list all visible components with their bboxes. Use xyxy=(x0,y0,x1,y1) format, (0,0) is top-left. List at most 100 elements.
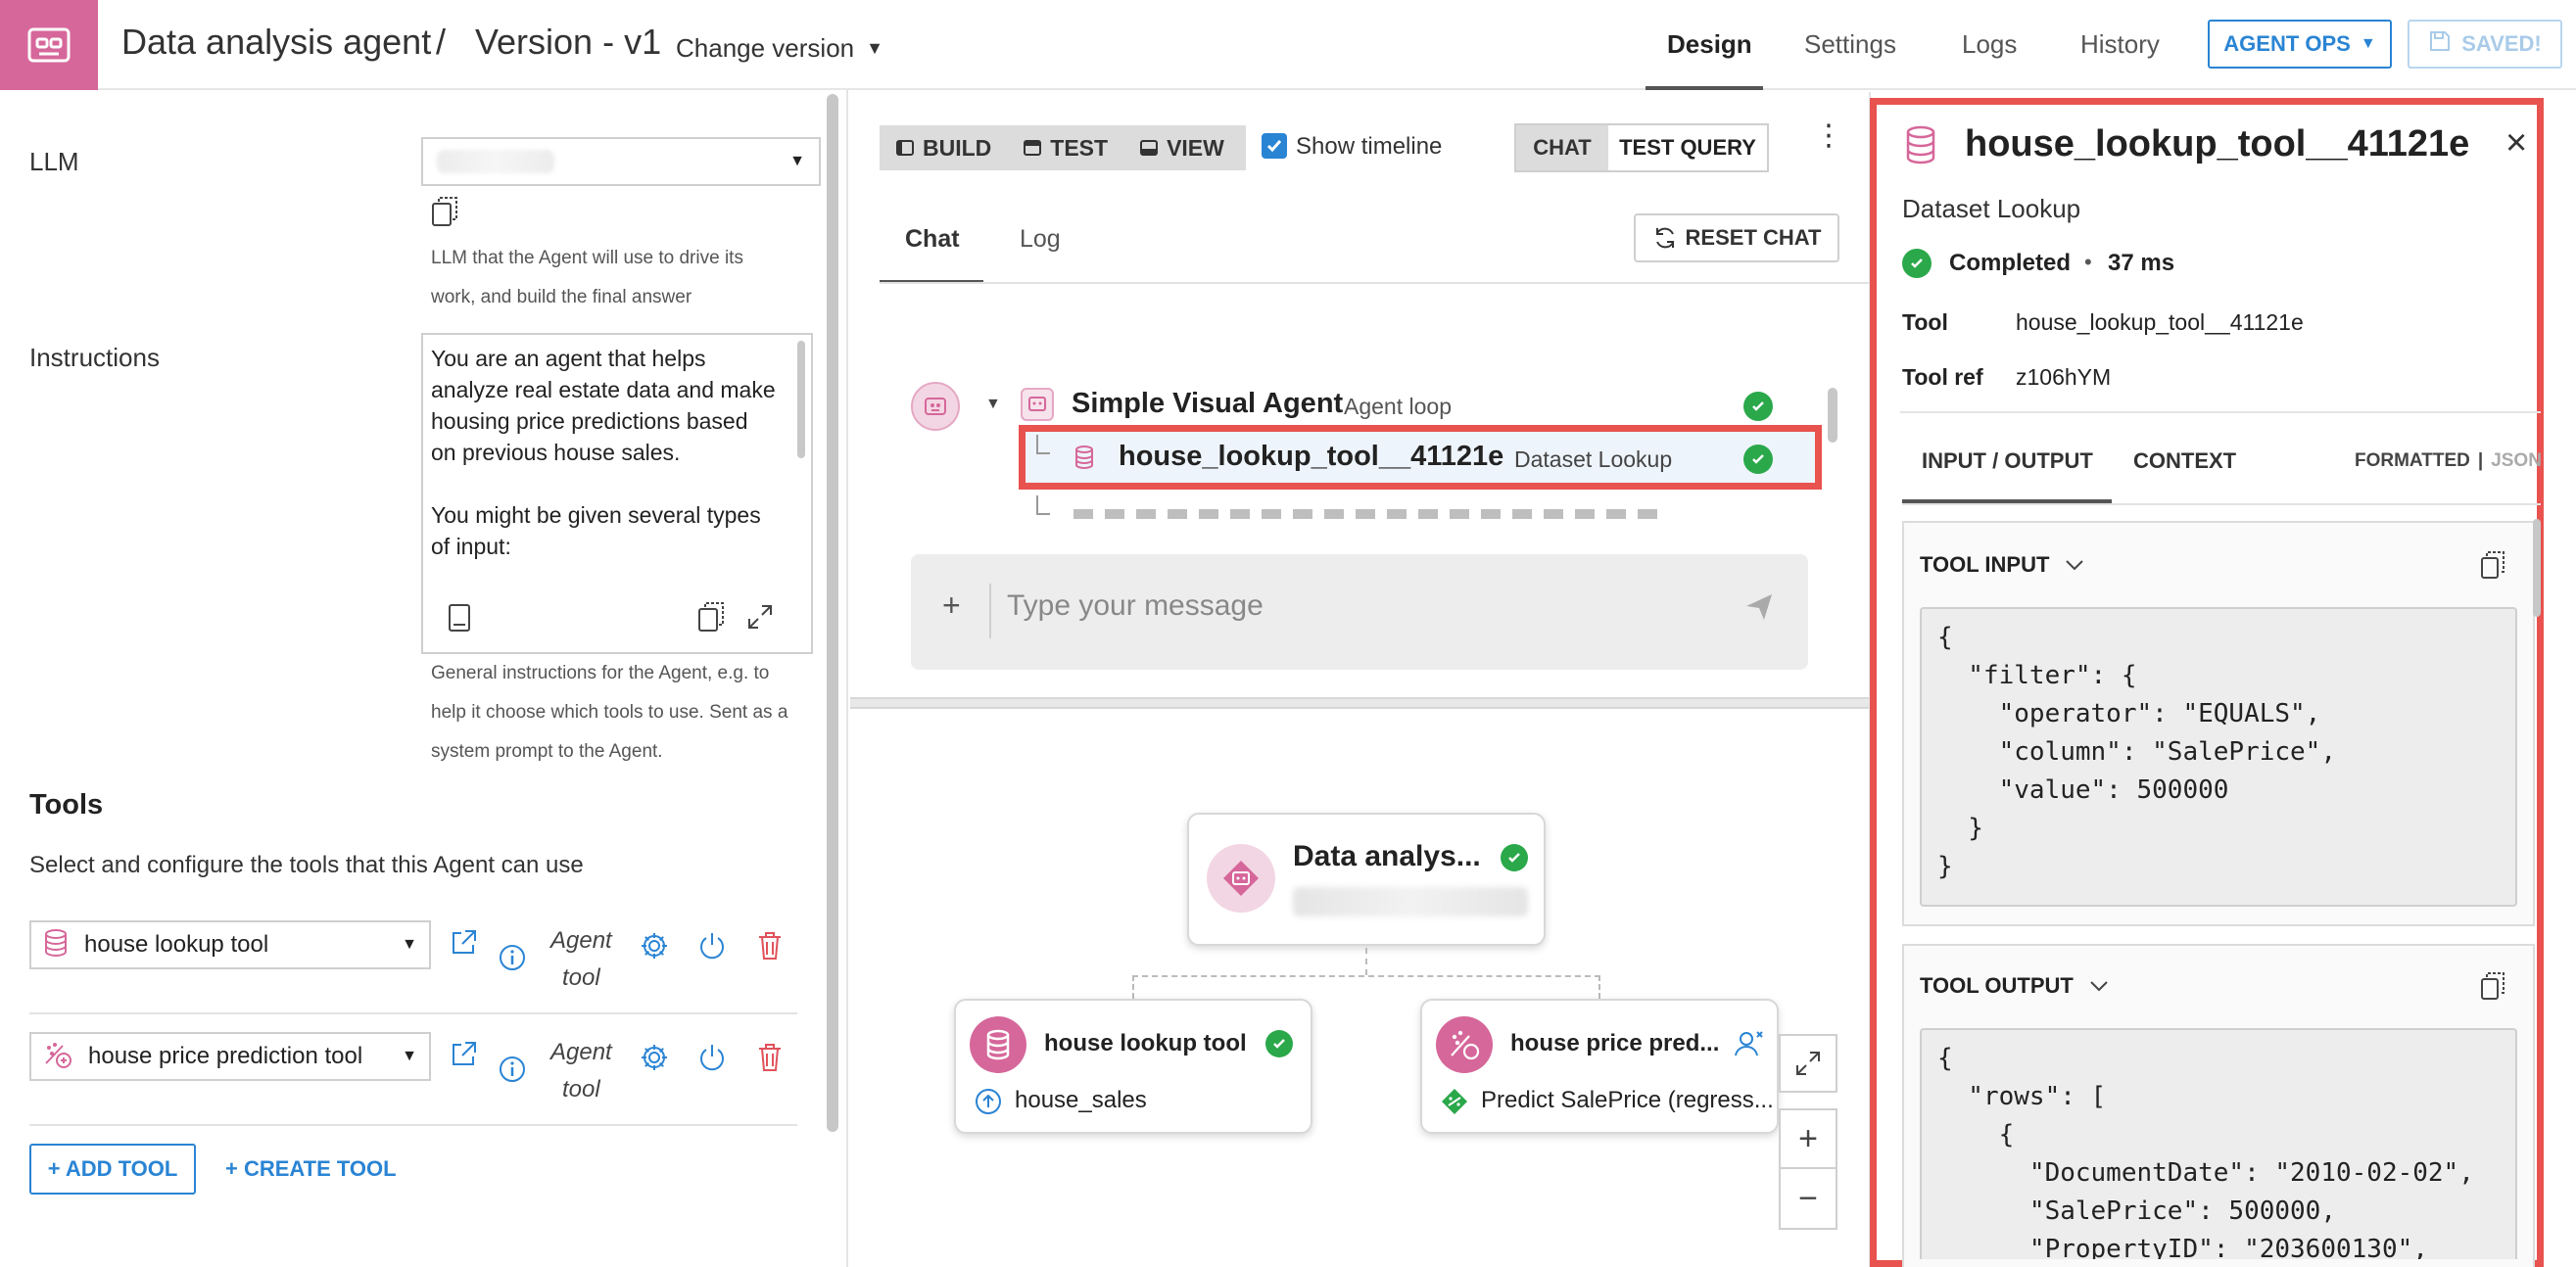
left-pane-scrollbar[interactable] xyxy=(827,94,838,1132)
tool-field-value: house_lookup_tool__41121e xyxy=(2016,309,2304,335)
message-input[interactable]: Type your message xyxy=(1007,589,1693,629)
copy-icon[interactable] xyxy=(2480,550,2505,585)
power-icon[interactable] xyxy=(697,1042,727,1078)
tool-ref-label: Tool ref xyxy=(1902,364,1983,390)
instructions-textarea[interactable]: You are an agent that helps analyze real… xyxy=(423,335,811,586)
copy-icon[interactable] xyxy=(697,601,725,637)
saved-button[interactable]: SAVED! xyxy=(2408,20,2562,69)
agent-ops-label: AGENT OPS xyxy=(2223,31,2351,56)
flow-connector xyxy=(1132,975,1600,977)
trace-root-type: Agent loop xyxy=(1344,394,1452,419)
trace-scrollbar[interactable] xyxy=(1828,388,1837,443)
tool-select-house-lookup[interactable]: house lookup tool ▼ xyxy=(29,920,431,969)
trace-root-name[interactable]: Simple Visual Agent xyxy=(1072,388,1343,420)
open-external-icon[interactable] xyxy=(449,928,478,962)
breadcrumb-agent-name[interactable]: Data analysis agent xyxy=(121,22,431,63)
tool-input-header[interactable]: TOOL INPUT xyxy=(1920,552,2084,578)
nav-logs[interactable]: Logs xyxy=(1962,29,2017,60)
llm-value-blurred xyxy=(437,150,554,173)
add-tool-button[interactable]: + ADD TOOL xyxy=(29,1144,196,1195)
status-separator-dot: • xyxy=(2084,250,2092,274)
delete-trash-icon[interactable] xyxy=(756,930,784,966)
divider xyxy=(1902,503,2541,505)
formatted-toggle[interactable]: FORMATTED xyxy=(2355,450,2470,472)
flow-node-tool-title: house lookup tool xyxy=(1044,1030,1247,1056)
info-icon[interactable] xyxy=(498,1055,527,1089)
success-check-icon xyxy=(1743,392,1773,421)
zoom-out-button[interactable]: − xyxy=(1781,1169,1836,1228)
tree-branch-line xyxy=(1036,495,1050,515)
tab-chat[interactable]: Chat xyxy=(905,225,960,254)
zoom-controls: + − xyxy=(1779,1108,1837,1230)
database-icon xyxy=(1073,445,1095,475)
agent-ops-button[interactable]: AGENT OPS ▼ xyxy=(2208,20,2392,69)
close-icon[interactable]: × xyxy=(2505,123,2527,163)
instructions-scrollbar[interactable] xyxy=(797,341,805,458)
send-icon[interactable] xyxy=(1743,591,1775,628)
user-permission-icon xyxy=(1734,1028,1765,1064)
flow-connector xyxy=(1132,975,1134,999)
details-scrollbar[interactable] xyxy=(2533,519,2541,617)
tool-name: house lookup tool xyxy=(84,931,269,958)
chevron-down-icon xyxy=(2066,560,2084,571)
flow-connector xyxy=(1598,975,1600,999)
mode-build-button[interactable]: BUILD xyxy=(880,135,1007,162)
delete-trash-icon[interactable] xyxy=(756,1042,784,1078)
llm-select[interactable]: ▼ xyxy=(421,137,821,186)
nav-settings[interactable]: Settings xyxy=(1804,29,1896,60)
agent-logo-icon[interactable] xyxy=(0,0,98,90)
panel-layout-icon xyxy=(1140,140,1159,156)
more-options-icon[interactable]: ⋮ xyxy=(1814,121,1843,151)
instructions-help-line-2: help it choose which tools to use. Sent … xyxy=(431,702,788,723)
tool-kind-line-2: tool xyxy=(562,1076,600,1103)
llm-help-line-1: LLM that the Agent will use to drive its xyxy=(431,248,743,268)
composer-divider xyxy=(989,584,991,638)
fit-view-button[interactable] xyxy=(1779,1034,1837,1093)
copy-icon[interactable] xyxy=(431,196,458,232)
test-query-toggle-button[interactable]: TEST QUERY xyxy=(1608,125,1767,170)
open-external-icon[interactable] xyxy=(449,1040,478,1074)
nav-history[interactable]: History xyxy=(2080,29,2160,60)
zoom-in-button[interactable]: + xyxy=(1781,1110,1836,1169)
expand-icon[interactable] xyxy=(746,603,774,635)
tool-output-header[interactable]: TOOL OUTPUT xyxy=(1920,973,2109,999)
tools-title: Tools xyxy=(29,789,104,821)
collapse-caret-icon[interactable]: ▼ xyxy=(985,396,1001,413)
chat-toggle-button[interactable]: CHAT xyxy=(1516,125,1608,170)
nav-design[interactable]: Design xyxy=(1667,29,1752,60)
chevron-down-icon: ▼ xyxy=(789,153,805,169)
instructions-help-text: General instructions for the Agent, e.g.… xyxy=(431,654,787,772)
settings-gear-icon[interactable] xyxy=(639,1042,670,1078)
mode-view-label: VIEW xyxy=(1167,134,1224,161)
add-attachment-plus-icon[interactable]: + xyxy=(942,587,961,624)
tab-log[interactable]: Log xyxy=(1020,225,1061,254)
copy-icon[interactable] xyxy=(2480,971,2505,1006)
mode-view-button[interactable]: VIEW xyxy=(1123,135,1240,162)
pane-resize-handle[interactable] xyxy=(850,697,1869,709)
tools-description: Select and configure the tools that this… xyxy=(29,852,584,878)
reset-chat-button[interactable]: RESET CHAT xyxy=(1634,213,1839,262)
instructions-line: You might be given several types xyxy=(431,502,761,528)
saved-label: SAVED! xyxy=(2461,31,2542,56)
tab-input-output[interactable]: INPUT / OUTPUT xyxy=(1922,448,2093,474)
tool-select-house-price-prediction[interactable]: house price prediction tool ▼ xyxy=(29,1032,431,1081)
info-icon[interactable] xyxy=(498,943,527,977)
status-completed: Completed xyxy=(1949,250,2072,276)
instructions-help-line-1: General instructions for the Agent, e.g.… xyxy=(431,663,770,683)
tool-field-label: Tool xyxy=(1902,309,1948,335)
trace-child-type: Dataset Lookup xyxy=(1514,446,1673,472)
create-tool-button[interactable]: + CREATE TOOL xyxy=(225,1156,397,1182)
tool-kind-line-2: tool xyxy=(562,964,600,991)
mode-test-button[interactable]: TEST xyxy=(1007,135,1123,162)
power-icon[interactable] xyxy=(697,930,727,966)
mode-test-label: TEST xyxy=(1050,134,1109,161)
instructions-editor[interactable]: You are an agent that helps analyze real… xyxy=(421,333,813,654)
change-version-dropdown[interactable]: Change version ▼ xyxy=(676,33,883,64)
book-icon[interactable] xyxy=(447,603,472,637)
divider xyxy=(29,1012,797,1014)
chat-query-toggle: CHAT TEST QUERY xyxy=(1514,123,1769,172)
json-toggle[interactable]: JSON xyxy=(2491,450,2542,472)
settings-gear-icon[interactable] xyxy=(639,930,670,966)
tab-context[interactable]: CONTEXT xyxy=(2133,448,2236,474)
show-timeline-checkbox[interactable] xyxy=(1262,133,1287,159)
